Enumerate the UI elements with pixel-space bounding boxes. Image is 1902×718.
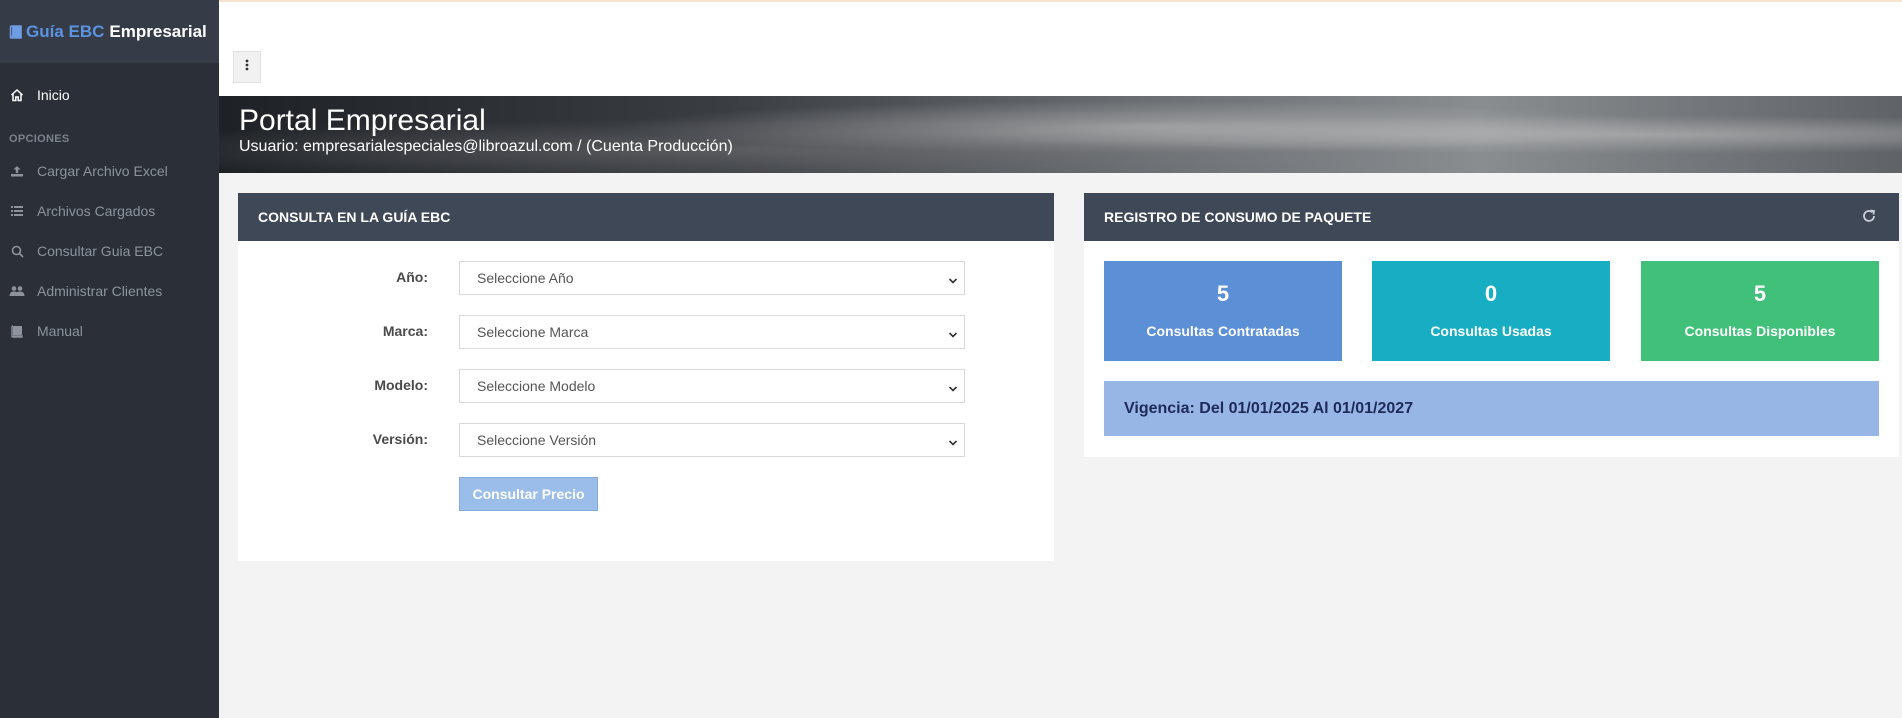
chevron-down-icon <box>948 435 958 451</box>
brand[interactable]: Guía EBC Empresarial <box>0 0 219 63</box>
sidebar-item-label: Cargar Archivo Excel <box>37 163 168 179</box>
consultar-precio-button[interactable]: Consultar Precio <box>459 477 598 511</box>
version-label: Versión: <box>372 431 428 447</box>
stat-label: Consultas Contratadas <box>1146 323 1300 339</box>
sidebar-item-consultar-guia[interactable]: Consultar Guia EBC <box>0 231 219 271</box>
modelo-select[interactable]: Seleccione Modelo <box>459 369 965 403</box>
sidebar-section-label: OPCIONES <box>9 133 70 145</box>
vertical-dots-icon <box>245 58 249 76</box>
ano-select-value: Seleccione Año <box>477 270 574 286</box>
brand-name: Guía EBC <box>26 21 105 41</box>
menu-toggle-button[interactable] <box>233 51 261 83</box>
version-select[interactable]: Seleccione Versión <box>459 423 965 457</box>
modelo-select-value: Seleccione Modelo <box>477 378 596 394</box>
sidebar-item-inicio[interactable]: Inicio <box>0 75 219 115</box>
sidebar-item-label: Inicio <box>37 87 70 103</box>
sidebar-item-administrar-clientes[interactable]: Administrar Clientes <box>0 271 219 311</box>
marca-label: Marca: <box>382 323 428 339</box>
user-info: Usuario: empresarialespeciales@libroazul… <box>239 138 733 155</box>
sidebar: Guía EBC Empresarial Inicio OPCIONES Car… <box>0 0 219 718</box>
stat-consultas-usadas: 0 Consultas Usadas <box>1372 261 1610 361</box>
sidebar-item-label: Consultar Guia EBC <box>37 243 164 259</box>
stat-value: 0 <box>1484 281 1498 306</box>
sidebar-item-manual[interactable]: Manual <box>0 311 219 351</box>
marca-select[interactable]: Seleccione Marca <box>459 315 965 349</box>
sidebar-item-label: Administrar Clientes <box>37 283 163 299</box>
upload-icon <box>9 163 25 179</box>
vigencia-banner: Vigencia: Del 01/01/2025 Al 01/01/2027 <box>1104 381 1879 436</box>
version-select-value: Seleccione Versión <box>477 432 597 448</box>
brand-suffix: Empresarial <box>109 21 207 41</box>
modelo-label: Modelo: <box>374 377 428 393</box>
top-bar <box>219 0 1902 96</box>
sidebar-item-cargar-archivo[interactable]: Cargar Archivo Excel <box>0 151 219 191</box>
list-icon <box>9 203 25 219</box>
marca-select-value: Seleccione Marca <box>477 324 589 340</box>
users-icon <box>9 283 25 299</box>
registro-panel: REGISTRO DE CONSUMO DE PAQUETE 5 Consult… <box>1084 193 1899 457</box>
page-banner: Portal Empresarial Usuario: empresariale… <box>219 96 1902 173</box>
stat-consultas-contratadas: 5 Consultas Contratadas <box>1104 261 1342 361</box>
stat-value: 5 <box>1216 281 1230 306</box>
chevron-down-icon <box>948 381 958 397</box>
search-icon <box>9 243 25 259</box>
stat-value: 5 <box>1753 281 1767 306</box>
book-icon <box>9 24 22 39</box>
registro-panel-header: REGISTRO DE CONSUMO DE PAQUETE <box>1084 193 1899 241</box>
page-title: Portal Empresarial <box>239 104 486 137</box>
chevron-down-icon <box>948 327 958 343</box>
home-icon <box>9 87 25 103</box>
refresh-icon[interactable] <box>1861 208 1877 227</box>
stat-label: Consultas Usadas <box>1430 323 1552 339</box>
sidebar-item-archivos-cargados[interactable]: Archivos Cargados <box>0 191 219 231</box>
ano-label: Año: <box>396 269 428 285</box>
ano-select[interactable]: Seleccione Año <box>459 261 965 295</box>
chevron-down-icon <box>948 273 958 289</box>
sidebar-item-label: Archivos Cargados <box>37 203 156 219</box>
consulta-panel: CONSULTA EN LA GUÍA EBC Año: Seleccione … <box>238 193 1054 561</box>
stat-consultas-disponibles: 5 Consultas Disponibles <box>1641 261 1879 361</box>
stat-label: Consultas Disponibles <box>1684 323 1836 339</box>
consulta-panel-title: CONSULTA EN LA GUÍA EBC <box>238 193 1054 241</box>
book-icon <box>9 323 25 339</box>
sidebar-item-label: Manual <box>37 323 83 339</box>
registro-panel-title: REGISTRO DE CONSUMO DE PAQUETE <box>1104 209 1372 225</box>
